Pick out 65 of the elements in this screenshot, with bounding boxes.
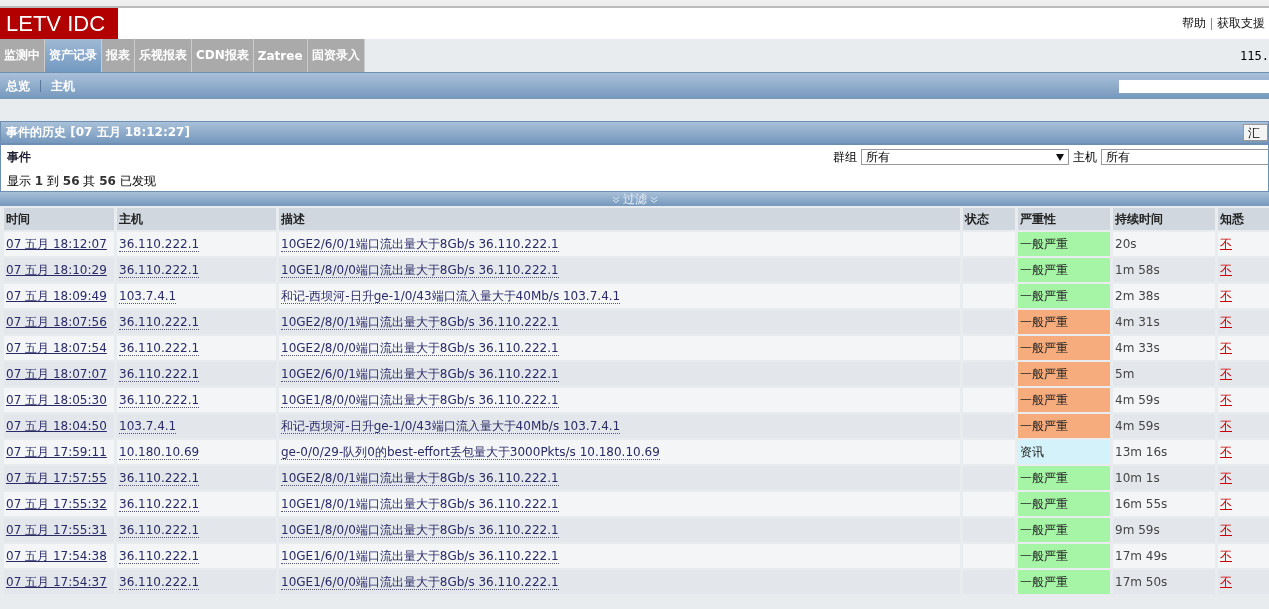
column-header: 知悉	[1218, 208, 1269, 230]
severity-cell: 一般严重	[1018, 570, 1110, 594]
column-header: 严重性	[1018, 208, 1110, 230]
duration-cell: 2m 38s	[1113, 284, 1215, 308]
ack-link[interactable]: 不	[1220, 314, 1232, 329]
duration-cell: 1m 58s	[1113, 258, 1215, 282]
duration-cell: 9m 59s	[1113, 518, 1215, 542]
host-select[interactable]: 所有	[1101, 149, 1268, 165]
severity-cell: 一般严重	[1018, 258, 1110, 282]
column-header: 状态	[963, 208, 1015, 230]
group-label: 群组	[833, 148, 857, 166]
ack-link[interactable]: 不	[1220, 366, 1232, 381]
search-field[interactable]	[1119, 79, 1269, 93]
column-header: 主机	[117, 208, 276, 230]
ack-link[interactable]: 不	[1220, 236, 1232, 251]
severity-cell: 资讯	[1018, 440, 1110, 464]
ack-link[interactable]: 不	[1220, 288, 1232, 303]
severity-cell: 一般严重	[1018, 310, 1110, 334]
column-header: 时间	[4, 208, 114, 230]
severity-cell: 一般严重	[1018, 336, 1110, 360]
severity-cell: 一般严重	[1018, 362, 1110, 386]
duration-cell: 4m 31s	[1113, 310, 1215, 334]
column-header: 持续时间	[1113, 208, 1215, 230]
duration-cell: 4m 33s	[1113, 336, 1215, 360]
ack-link[interactable]: 不	[1220, 548, 1232, 563]
ack-link[interactable]: 不	[1220, 496, 1232, 511]
panel-title: 事件的历史 [07 五月 18:12:27]	[6, 124, 190, 141]
logo: LETV IDC	[0, 8, 118, 39]
duration-cell: 4m 59s	[1113, 414, 1215, 438]
server-address: 115.	[1240, 48, 1269, 63]
section-heading: 事件	[7, 148, 31, 166]
duration-cell: 20s	[1113, 232, 1215, 256]
dropdown-arrow-icon	[1056, 153, 1064, 161]
header-link[interactable]: 帮助	[1182, 15, 1206, 32]
severity-cell: 一般严重	[1018, 414, 1110, 438]
export-button[interactable]: 汇	[1243, 124, 1268, 141]
ack-link[interactable]: 不	[1220, 522, 1232, 537]
severity-cell: 一般严重	[1018, 232, 1110, 256]
ack-link[interactable]: 不	[1220, 340, 1232, 355]
ack-link[interactable]: 不	[1220, 262, 1232, 277]
ack-link[interactable]: 不	[1220, 470, 1232, 485]
host-label: 主机	[1073, 148, 1097, 166]
ack-link[interactable]: 不	[1220, 392, 1232, 407]
duration-cell: 5m	[1113, 362, 1215, 386]
duration-cell: 17m 50s	[1113, 570, 1215, 594]
ack-link[interactable]: 不	[1220, 444, 1232, 459]
severity-cell: 一般严重	[1018, 544, 1110, 568]
chevron-icon	[611, 195, 620, 203]
group-select[interactable]: 所有	[861, 149, 1069, 165]
severity-cell: 一般严重	[1018, 284, 1110, 308]
duration-cell: 16m 55s	[1113, 492, 1215, 516]
results-summary: 显示 1 到 56 其 56 已发现	[7, 173, 157, 190]
severity-cell: 一般严重	[1018, 518, 1110, 542]
ack-link[interactable]: 不	[1220, 574, 1232, 589]
severity-cell: 一般严重	[1018, 388, 1110, 412]
chevron-icon	[649, 195, 658, 203]
duration-cell: 4m 59s	[1113, 388, 1215, 412]
severity-cell: 一般严重	[1018, 492, 1110, 516]
severity-cell: 一般严重	[1018, 466, 1110, 490]
header-link[interactable]: 获取支援	[1217, 15, 1265, 32]
duration-cell: 10m 1s	[1113, 466, 1215, 490]
ack-link[interactable]: 不	[1220, 418, 1232, 433]
column-header: 描述	[279, 208, 960, 230]
duration-cell: 17m 49s	[1113, 544, 1215, 568]
duration-cell: 13m 16s	[1113, 440, 1215, 464]
